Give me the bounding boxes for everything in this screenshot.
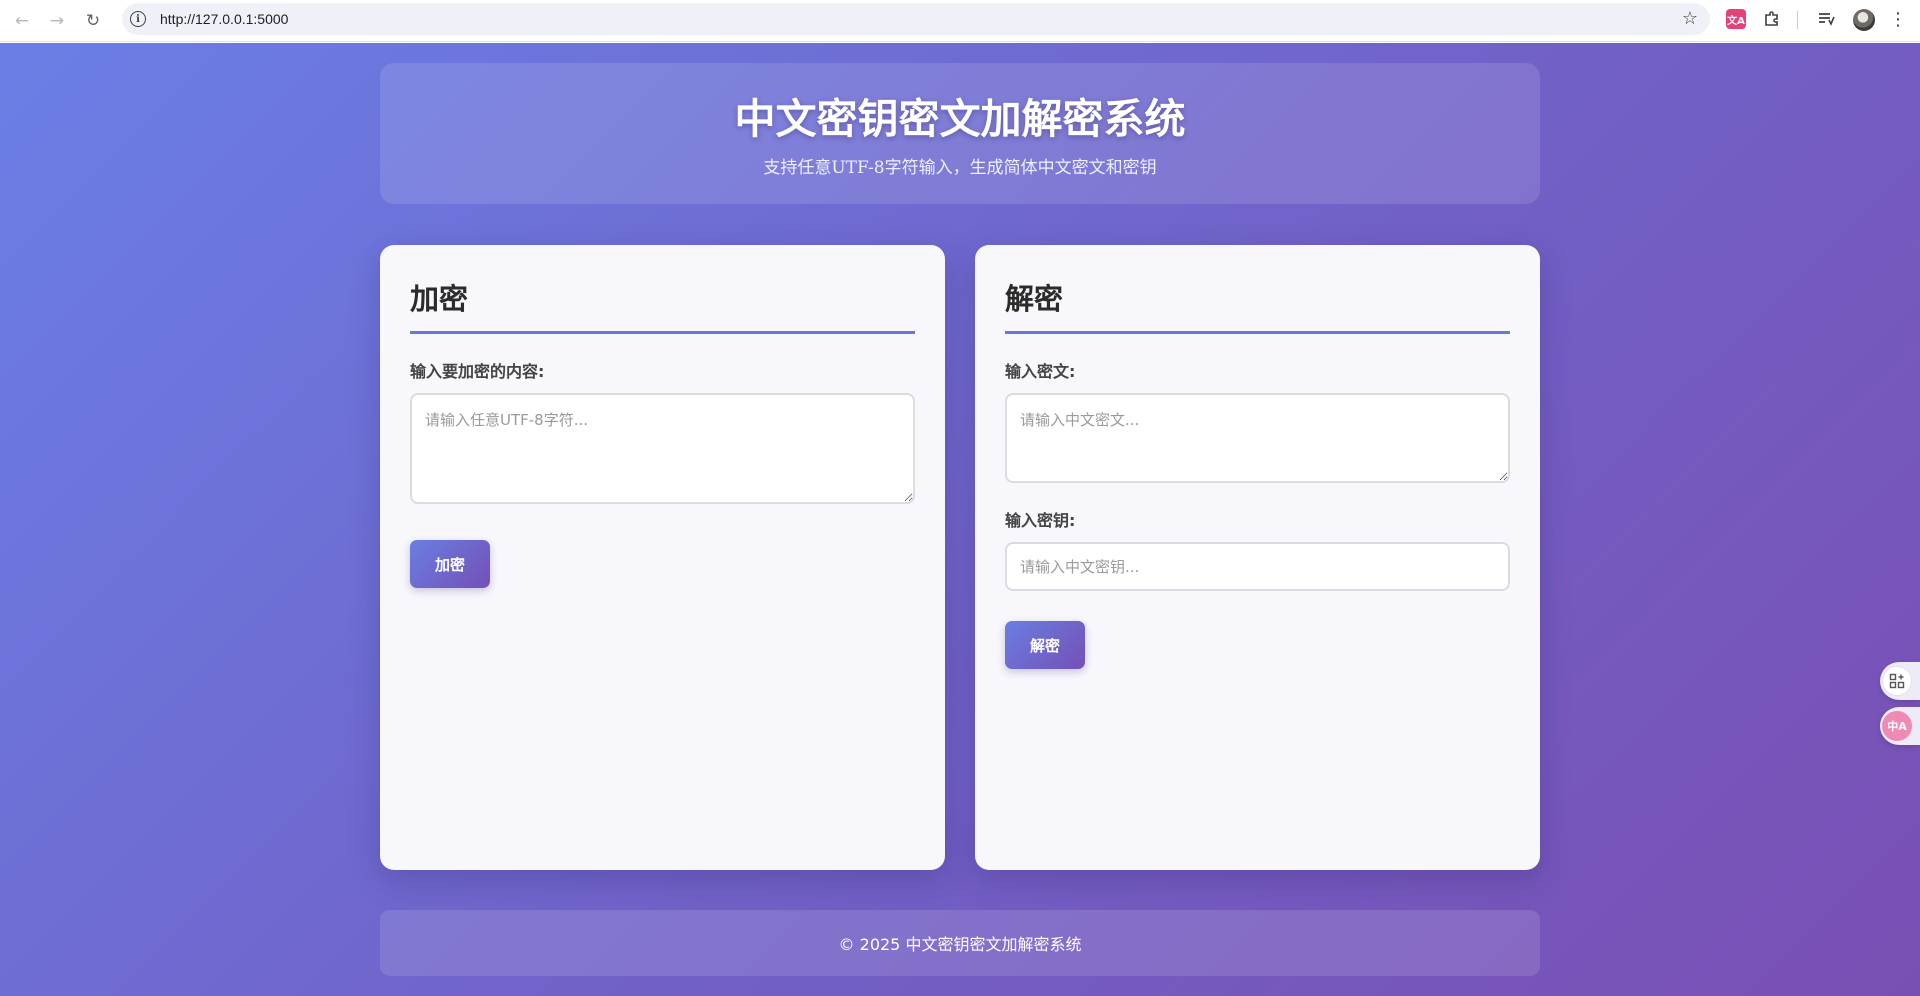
- bookmark-star-icon[interactable]: ☆: [1682, 8, 1698, 29]
- ciphertext-textarea[interactable]: [1005, 393, 1510, 483]
- encrypt-input-label: 输入要加密的内容:: [410, 362, 545, 381]
- key-input[interactable]: [1005, 542, 1510, 591]
- footer-text: © 2025 中文密钥密文加解密系统: [838, 935, 1082, 954]
- translate-badge-icon[interactable]: 中A: [1882, 711, 1912, 741]
- reading-list-icon[interactable]: [1816, 9, 1836, 29]
- reload-icon[interactable]: ↻: [81, 9, 105, 33]
- side-translate-widget[interactable]: 中A: [1880, 707, 1920, 745]
- profile-avatar[interactable]: [1853, 9, 1875, 31]
- more-menu-icon[interactable]: ⋮: [1888, 9, 1908, 30]
- decrypt-button[interactable]: 解密: [1005, 621, 1085, 669]
- browser-toolbar: ← → ↻ i http://127.0.0.1:5000 ☆ 文A ⋮: [0, 0, 1920, 42]
- decrypt-panel-title: 解密: [1005, 281, 1510, 334]
- encrypt-panel-title: 加密: [410, 281, 915, 334]
- decrypt-panel: 解密 输入密文: 输入密钥: 解密: [975, 245, 1540, 870]
- header-card: 中文密钥密文加解密系统 支持任意UTF-8字符输入，生成简体中文密文和密钥: [380, 63, 1540, 204]
- grid-plus-icon[interactable]: [1882, 666, 1912, 696]
- site-info-icon[interactable]: i: [130, 11, 146, 27]
- page-title: 中文密钥密文加解密系统: [734, 95, 1186, 143]
- page-subtitle: 支持任意UTF-8字符输入，生成简体中文密文和密钥: [763, 158, 1157, 178]
- encrypt-button[interactable]: 加密: [410, 540, 490, 588]
- translate-extension-icon[interactable]: 文A: [1726, 9, 1746, 29]
- ciphertext-label: 输入密文:: [1005, 362, 1076, 381]
- extensions-puzzle-icon[interactable]: [1762, 9, 1782, 29]
- encrypt-input-textarea[interactable]: [410, 393, 915, 504]
- key-label: 输入密钥:: [1005, 511, 1076, 530]
- back-arrow-icon[interactable]: ←: [10, 9, 34, 33]
- footer: © 2025 中文密钥密文加解密系统: [380, 910, 1540, 976]
- side-toolbox-widget[interactable]: [1880, 662, 1920, 700]
- url-text[interactable]: http://127.0.0.1:5000: [160, 11, 288, 27]
- encrypt-panel: 加密 输入要加密的内容: 加密: [380, 245, 945, 870]
- page-background: 中文密钥密文加解密系统 支持任意UTF-8字符输入，生成简体中文密文和密钥 加密…: [0, 43, 1920, 996]
- forward-arrow-icon[interactable]: →: [45, 9, 69, 33]
- address-bar[interactable]: i http://127.0.0.1:5000 ☆: [122, 3, 1710, 35]
- toolbar-divider: [1797, 11, 1798, 29]
